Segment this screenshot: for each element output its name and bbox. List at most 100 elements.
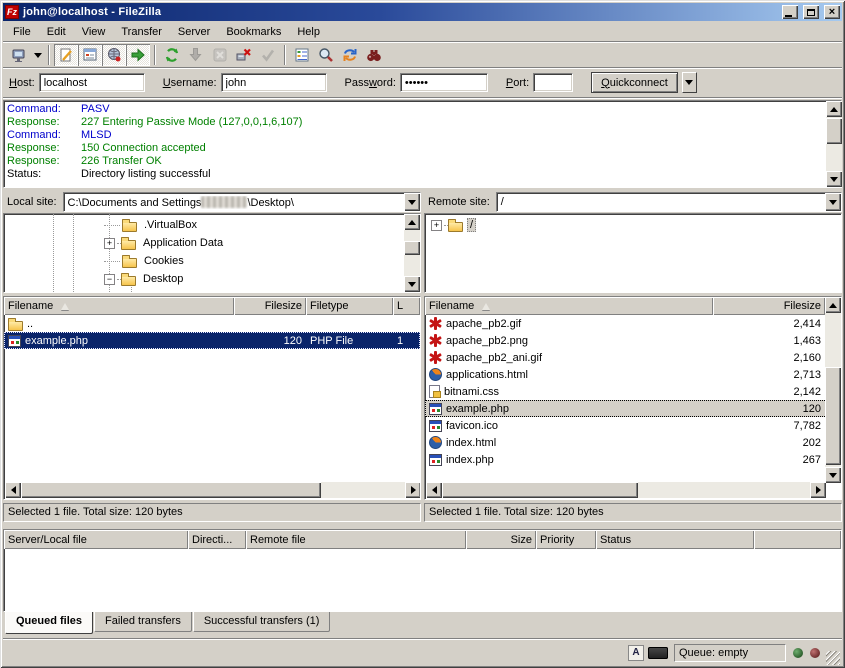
scroll-thumb[interactable] (826, 118, 842, 144)
quickconnect-dropdown[interactable] (682, 72, 697, 93)
tree-item-root[interactable]: +/ (425, 216, 841, 234)
column-header-lastmodified[interactable]: L (393, 297, 420, 315)
scroll-thumb[interactable] (442, 482, 638, 498)
menu-edit[interactable]: Edit (39, 24, 74, 40)
local-site-label: Local site: (3, 196, 59, 208)
scroll-thumb[interactable] (825, 367, 841, 465)
menu-view[interactable]: View (74, 24, 114, 40)
scroll-right-button[interactable] (810, 482, 826, 498)
local-site-combo[interactable]: C:\Documents and Settings\Desktop\ (63, 192, 421, 212)
chevron-down-icon[interactable] (825, 193, 841, 211)
remote-vertical-scrollbar[interactable] (825, 297, 841, 483)
expand-icon[interactable]: + (431, 220, 442, 231)
site-manager-button[interactable] (7, 44, 31, 66)
column-header-status[interactable]: Status (596, 530, 754, 549)
log-line: Response:226 Transfer OK (7, 155, 841, 168)
column-header-remote-file[interactable]: Remote file (246, 530, 466, 549)
column-header-filename[interactable]: Filename (425, 297, 713, 315)
scroll-thumb[interactable] (21, 482, 321, 498)
menu-bookmarks[interactable]: Bookmarks (218, 24, 289, 40)
column-header-size[interactable]: Size (466, 530, 536, 549)
directory-compare-button[interactable] (314, 44, 338, 66)
log-scrollbar[interactable] (826, 101, 842, 187)
find-files-button[interactable] (362, 44, 386, 66)
sort-ascending-icon (61, 303, 69, 310)
toggle-remote-tree-button[interactable] (102, 44, 126, 66)
scroll-thumb[interactable] (404, 241, 420, 255)
remote-site-combo[interactable]: / (496, 192, 842, 212)
menu-transfer[interactable]: Transfer (113, 24, 170, 40)
process-queue-button[interactable] (184, 44, 208, 66)
scroll-up-button[interactable] (825, 297, 841, 313)
synchronized-browsing-button[interactable] (338, 44, 362, 66)
file-row[interactable]: index.html 202 (425, 434, 841, 451)
tab-queued-files[interactable]: Queued files (5, 612, 93, 634)
file-row[interactable]: apache_pb2.gif 2,414 (425, 315, 841, 332)
tab-failed-transfers[interactable]: Failed transfers (94, 612, 192, 632)
column-header-server-local-file[interactable]: Server/Local file (4, 530, 188, 549)
cancel-button[interactable] (208, 44, 232, 66)
local-horizontal-scrollbar[interactable] (5, 482, 421, 498)
column-header-filesize[interactable]: Filesize (234, 297, 306, 315)
toggle-queue-button[interactable] (126, 44, 150, 66)
close-button[interactable]: × (824, 5, 840, 19)
scroll-down-button[interactable] (826, 171, 842, 187)
divider (3, 97, 842, 99)
tree-item-application-data[interactable]: +Application Data (4, 234, 420, 252)
disconnect-button[interactable] (232, 44, 256, 66)
resize-grip[interactable] (826, 651, 840, 665)
local-tree-scrollbar[interactable] (404, 214, 420, 292)
toggle-message-log-button[interactable] (54, 44, 78, 66)
file-row[interactable]: applications.html 2,713 (425, 366, 841, 383)
quickconnect-button[interactable]: Quickconnect (591, 72, 678, 93)
tree-item-cookies[interactable]: Cookies (4, 252, 420, 270)
remote-horizontal-scrollbar[interactable] (426, 482, 826, 498)
tree-item-virtualbox[interactable]: .VirtualBox (4, 216, 420, 234)
maximize-button[interactable] (803, 5, 819, 19)
scroll-down-button[interactable] (404, 276, 420, 292)
file-row-selected[interactable]: example.php 120 (425, 400, 841, 417)
file-row-parent-dir[interactable]: .. (4, 315, 420, 332)
scroll-right-button[interactable] (405, 482, 421, 498)
menu-help[interactable]: Help (289, 24, 328, 40)
directory-filter-button[interactable] (290, 44, 314, 66)
file-row[interactable]: bitnami.css 2,142 (425, 383, 841, 400)
minimize-button[interactable] (782, 5, 798, 19)
scroll-up-button[interactable] (826, 101, 842, 117)
menu-server[interactable]: Server (170, 24, 218, 40)
toolbar-separator (154, 45, 156, 65)
port-input[interactable] (533, 73, 573, 92)
tab-successful-transfers[interactable]: Successful transfers (1) (193, 612, 331, 632)
username-input[interactable] (221, 73, 327, 92)
column-header-filetype[interactable]: Filetype (306, 297, 393, 315)
refresh-button[interactable] (160, 44, 184, 66)
host-input[interactable] (39, 73, 145, 92)
column-header-direction[interactable]: Directi... (188, 530, 246, 549)
file-row[interactable]: index.php 267 (425, 451, 841, 468)
chevron-down-icon[interactable] (404, 193, 420, 211)
scroll-left-button[interactable] (426, 482, 442, 498)
column-header-priority[interactable]: Priority (536, 530, 596, 549)
site-manager-dropdown-icon[interactable] (31, 44, 44, 66)
local-file-list: Filename Filesize Filetype L .. example.… (3, 296, 421, 500)
remote-list-header: Filename Filesize (425, 297, 841, 315)
file-row-example-php[interactable]: example.php 120 PHP File 1 (4, 332, 420, 349)
file-row[interactable]: apache_pb2.png 1,463 (425, 332, 841, 349)
expand-icon[interactable]: + (104, 238, 115, 249)
password-input[interactable] (400, 73, 488, 92)
window-title: john@localhost - FileZilla (23, 6, 777, 18)
column-header-filesize[interactable]: Filesize (713, 297, 825, 315)
toggle-local-tree-button[interactable] (78, 44, 102, 66)
collapse-icon[interactable]: − (104, 274, 115, 285)
tree-item-desktop[interactable]: −Desktop (4, 270, 420, 288)
column-header-filename[interactable]: Filename (4, 297, 234, 315)
scroll-up-button[interactable] (404, 214, 420, 230)
activity-led-green-icon (793, 648, 803, 658)
menu-file[interactable]: File (5, 24, 39, 40)
file-row[interactable]: apache_pb2_ani.gif 2,160 (425, 349, 841, 366)
scroll-left-button[interactable] (5, 482, 21, 498)
php-file-icon (429, 403, 442, 415)
scroll-down-button[interactable] (825, 467, 841, 483)
reconnect-button[interactable] (256, 44, 280, 66)
file-row[interactable]: favicon.ico 7,782 (425, 417, 841, 434)
